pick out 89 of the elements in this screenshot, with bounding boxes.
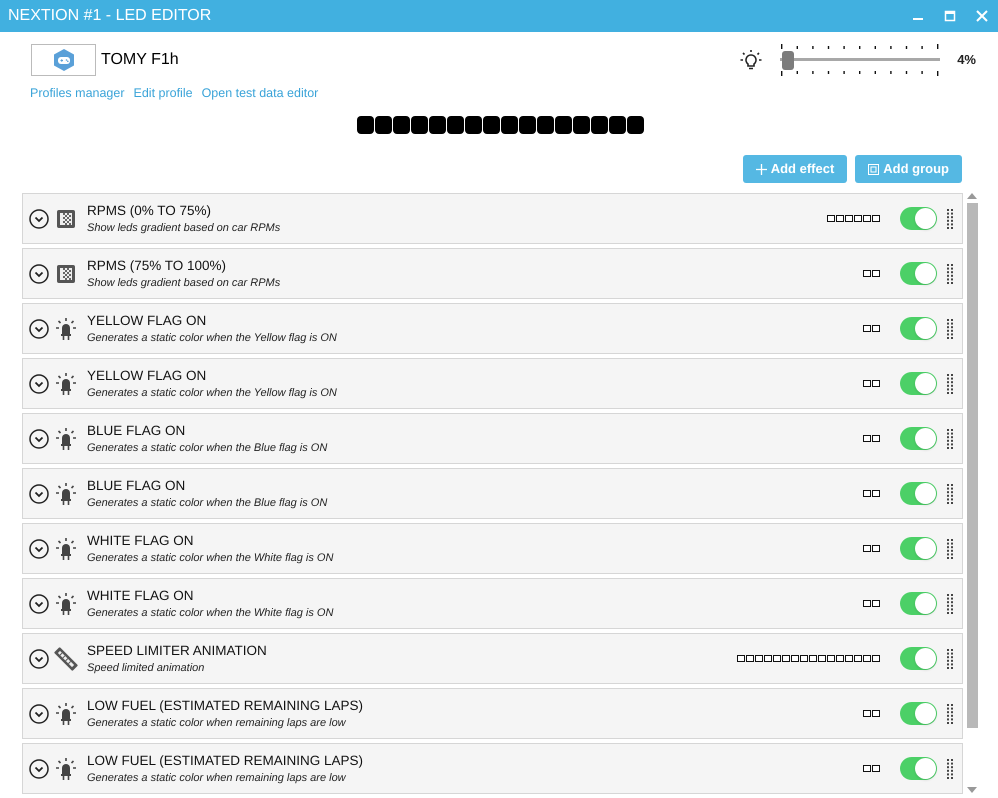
toggle-switch[interactable]: [900, 372, 937, 395]
effect-title: BLUE FLAG ON: [87, 476, 186, 494]
effect-title: LOW FUEL (ESTIMATED REMAINING LAPS): [87, 696, 364, 714]
drag-handle-icon[interactable]: [947, 484, 954, 504]
effect-row[interactable]: YELLOW FLAG ON Generates a static color when the Yellow flag is ON: [22, 303, 963, 354]
effect-row[interactable]: SPEED LIMITER ANIMATION Speed limited animation: [22, 633, 963, 684]
expand-icon[interactable]: [29, 264, 49, 284]
toggle-switch[interactable]: [900, 537, 937, 560]
effect-description: Generates a static color when remaining laps are low: [87, 770, 347, 786]
toggle-switch[interactable]: [900, 207, 937, 230]
effect-description: Generates a static color when the White flag is ON: [87, 550, 334, 566]
toggle-switch[interactable]: [900, 757, 937, 780]
expand-icon[interactable]: [29, 208, 49, 228]
effect-description: Generates a static color when the Yellow flag is ON: [87, 330, 338, 346]
gamepad-icon: [52, 48, 76, 72]
drag-handle-icon[interactable]: [947, 594, 954, 614]
led-bulb-icon: [56, 702, 76, 724]
expand-icon[interactable]: [29, 318, 49, 338]
profile-image[interactable]: [31, 44, 96, 76]
expand-icon[interactable]: [29, 704, 49, 724]
effect-description: Generates a static color when the Blue flag is ON: [87, 440, 328, 456]
effect-description: Generates a static color when the White flag is ON: [87, 606, 334, 620]
drag-handle-icon[interactable]: [947, 374, 954, 394]
drag-handle-icon[interactable]: [947, 758, 954, 778]
drag-handle-icon[interactable]: [947, 648, 954, 668]
effect-title: YELLOW FLAG ON: [87, 312, 208, 330]
led-bulb-icon: [56, 482, 76, 504]
effect-row[interactable]: BLUE FLAG ON Generates a static color when the Blue flag is ON: [22, 468, 963, 519]
effect-title: SPEED LIMITER ANIMATION: [87, 642, 268, 660]
drag-handle-icon[interactable]: [947, 704, 954, 724]
effect-row[interactable]: WHITE FLAG ON Generates a static color when the White flag is ON: [22, 523, 963, 574]
effect-title: RPMS (75% TO 100%): [87, 256, 228, 274]
expand-icon[interactable]: [29, 594, 49, 614]
toggle-switch[interactable]: [900, 317, 937, 340]
plus-icon: [756, 164, 767, 174]
effect-description: Show leds gradient based on car RPMs: [87, 276, 282, 290]
toggle-switch[interactable]: [900, 482, 937, 505]
slider-thumb[interactable]: [782, 51, 794, 70]
led-bulb-icon: [56, 372, 76, 394]
gradient-icon: [57, 264, 75, 282]
led-bulb-icon: [56, 318, 76, 340]
scroll-up-icon[interactable]: [967, 193, 977, 199]
effect-description: Generates a static color when remaining laps are low: [87, 716, 347, 730]
effect-row[interactable]: LOW FUEL (ESTIMATED REMAINING LAPS) Generates a static color when remaining laps are low: [22, 743, 963, 794]
effect-description: Generates a static color when the Yellow flag is ON: [87, 386, 338, 400]
led-bulb-icon: [56, 592, 76, 614]
effect-row[interactable]: RPMS (75% TO 100%) Show leds gradient based on car RPMs: [22, 248, 963, 299]
effect-title: YELLOW FLAG ON: [87, 366, 208, 384]
profile-name: TOMY F1h: [101, 50, 179, 70]
led-bulb-icon: [56, 758, 76, 780]
window-title: NEXTION #1 - LED EDITOR: [8, 6, 212, 26]
expand-icon[interactable]: [29, 648, 49, 668]
toggle-switch[interactable]: [900, 702, 937, 725]
scrollbar-thumb[interactable]: [966, 203, 978, 728]
expand-icon[interactable]: [29, 484, 49, 504]
effect-row[interactable]: LOW FUEL (ESTIMATED REMAINING LAPS) Generates a static color when remaining laps are low: [22, 688, 963, 739]
drag-handle-icon[interactable]: [947, 264, 954, 284]
drag-handle-icon[interactable]: [947, 428, 954, 448]
drag-handle-icon[interactable]: [947, 318, 954, 338]
toggle-switch[interactable]: [900, 592, 937, 615]
effect-title: LOW FUEL (ESTIMATED REMAINING LAPS): [87, 752, 364, 770]
expand-icon[interactable]: [29, 374, 49, 394]
effect-title: WHITE FLAG ON: [87, 586, 195, 604]
effect-title: RPMS (0% TO 75%): [87, 202, 212, 220]
toggle-switch[interactable]: [900, 647, 937, 670]
brightness-reading: 4%: [957, 51, 976, 69]
effect-row[interactable]: WHITE FLAG ON Generates a static color when the White flag is ON: [22, 578, 963, 629]
led-bulb-icon: [56, 538, 76, 560]
expand-icon[interactable]: [29, 428, 49, 448]
toggle-switch[interactable]: [900, 427, 937, 450]
expand-icon[interactable]: [29, 538, 49, 558]
effect-title: WHITE FLAG ON: [87, 532, 195, 550]
effect-row[interactable]: RPMS (0% TO 75%) Show leds gradient based on car RPMs: [22, 193, 963, 244]
scroll-down-icon[interactable]: [967, 787, 977, 793]
effect-title: BLUE FLAG ON: [87, 422, 186, 440]
drag-handle-icon[interactable]: [947, 208, 954, 228]
scrollbar[interactable]: [966, 193, 978, 794]
group-icon: [868, 164, 880, 174]
expand-icon[interactable]: [29, 758, 49, 778]
effect-row[interactable]: YELLOW FLAG ON Generates a static color when the Yellow flag is ON: [22, 358, 963, 409]
effect-description: Speed limited animation: [87, 660, 206, 676]
led-bulb-icon: [56, 428, 76, 450]
gradient-icon: [57, 210, 75, 228]
toggle-switch[interactable]: [900, 262, 937, 285]
effect-description: Show leds gradient based on car RPMs: [87, 220, 282, 236]
brightness-icon: [740, 49, 762, 71]
effect-description: Generates a static color when the Blue flag is ON: [87, 496, 328, 510]
effect-row[interactable]: BLUE FLAG ON Generates a static color when the Blue flag is ON: [22, 413, 963, 464]
drag-handle-icon[interactable]: [947, 538, 954, 558]
